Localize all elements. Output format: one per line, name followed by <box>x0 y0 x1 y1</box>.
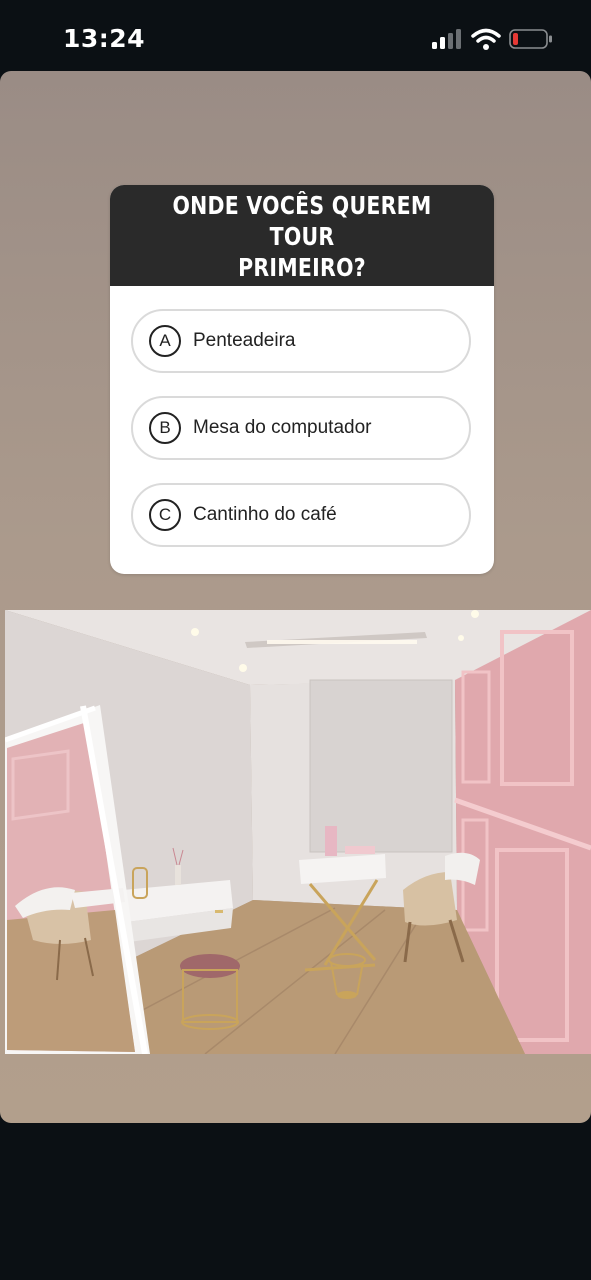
option-label: Mesa do computador <box>193 417 372 438</box>
story-container[interactable]: ONDE VOCÊS QUEREM TOUR PRIMEIRO? A Pente… <box>0 71 591 1123</box>
battery-low-icon <box>509 29 552 49</box>
option-label: Cantinho do café <box>193 504 337 525</box>
option-letter-badge: A <box>149 325 181 357</box>
quiz-option-c[interactable]: C Cantinho do café <box>131 483 471 547</box>
option-label: Penteadeira <box>193 330 296 351</box>
status-time: 13:24 <box>63 24 146 53</box>
status-bar: 13:24 <box>0 0 591 72</box>
quiz-header: ONDE VOCÊS QUEREM TOUR PRIMEIRO? <box>110 185 494 286</box>
cellular-signal-icon <box>432 29 461 49</box>
quiz-sticker: ONDE VOCÊS QUEREM TOUR PRIMEIRO? A Pente… <box>110 185 494 574</box>
option-letter-badge: B <box>149 412 181 444</box>
quiz-options: A Penteadeira B Mesa do computador C Can… <box>110 286 494 547</box>
option-letter-badge: C <box>149 499 181 531</box>
quiz-option-a[interactable]: A Penteadeira <box>131 309 471 373</box>
room-interior-photo <box>5 610 591 1054</box>
quiz-question: ONDE VOCÊS QUEREM TOUR PRIMEIRO? <box>172 191 432 282</box>
wifi-icon <box>471 28 501 50</box>
quiz-option-b[interactable]: B Mesa do computador <box>131 396 471 460</box>
